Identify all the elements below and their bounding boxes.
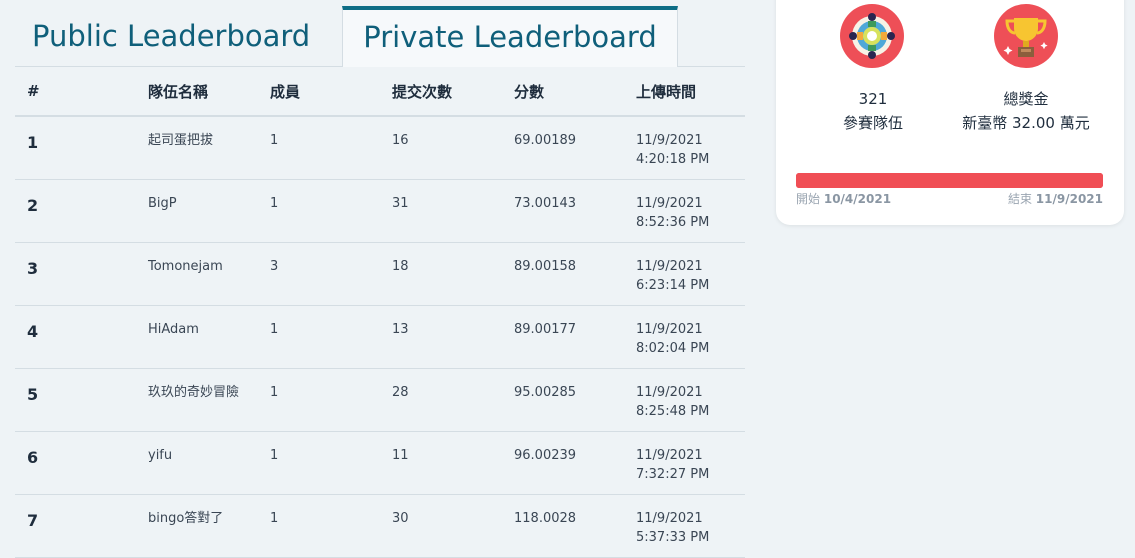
- prize-value: 新臺幣 32.00 萬元: [962, 114, 1090, 132]
- members-cell: 1: [270, 179, 392, 243]
- progress-fill: [796, 173, 1103, 188]
- submissions-cell: 13: [392, 305, 514, 369]
- table-row: 4 HiAdam 1 13 89.00177 11/9/2021 8:02:04 PM: [15, 305, 745, 369]
- upload-time-cell: 11/9/2021 4:20:18 PM: [636, 116, 745, 180]
- prize-label: 總獎金: [1003, 90, 1049, 108]
- rank-cell: 3: [15, 242, 148, 306]
- score-cell: 89.00177: [514, 305, 636, 369]
- score-cell: 96.00239: [514, 431, 636, 495]
- team-name-cell: BigP: [148, 179, 270, 243]
- header-score: 分數: [514, 67, 636, 117]
- end-date: 結束 11/9/2021: [1007, 192, 1103, 206]
- rank-cell: 4: [15, 305, 148, 369]
- table-row: 5 玖玖的奇妙冒險 1 28 95.00285 11/9/2021 8:25:48 PM: [15, 368, 745, 432]
- competition-summary-card: 321 參賽隊伍 總獎金 新臺幣 32.00 萬元 開始 10/4/2021 結…: [776, 0, 1124, 225]
- teams-label: 參賽隊伍: [842, 114, 903, 132]
- score-cell: 89.00158: [514, 242, 636, 306]
- score-cell: 95.00285: [514, 368, 636, 432]
- table-row: 2 BigP 1 31 73.00143 11/9/2021 8:52:36 PM: [15, 179, 745, 243]
- teams-count: 321: [858, 90, 888, 108]
- submissions-cell: 11: [392, 431, 514, 495]
- members-cell: 1: [270, 431, 392, 495]
- members-cell: 1: [270, 116, 392, 180]
- header-team: 隊伍名稱: [148, 67, 270, 117]
- upload-time-cell: 11/9/2021 6:23:14 PM: [636, 242, 745, 306]
- header-rank: #: [15, 67, 148, 117]
- table-row: 6 yifu 1 11 96.00239 11/9/2021 7:32:27 PM: [15, 431, 745, 495]
- team-name-cell: 玖玖的奇妙冒險: [148, 368, 270, 432]
- team-name-cell: bingo答對了: [148, 494, 270, 558]
- upload-time-cell: 11/9/2021 5:37:33 PM: [636, 494, 745, 558]
- header-submissions: 提交次數: [392, 67, 514, 117]
- upload-time-cell: 11/9/2021 8:02:04 PM: [636, 305, 745, 369]
- submissions-cell: 16: [392, 116, 514, 180]
- team-name-cell: Tomonejam: [148, 242, 270, 306]
- members-cell: 1: [270, 494, 392, 558]
- score-cell: 73.00143: [514, 179, 636, 243]
- header-upload-time: 上傳時間: [636, 67, 745, 117]
- rank-cell: 5: [15, 368, 148, 432]
- leaderboard-table: # 隊伍名稱 成員 提交次數 分數 上傳時間 1 起司蛋把拔 1 16 69.00189…: [15, 67, 745, 558]
- team-name-cell: yifu: [148, 431, 270, 495]
- table-row: 1 起司蛋把拔 1 16 69.00189 11/9/2021 4:20:18 PM: [15, 116, 745, 180]
- members-cell: 1: [270, 368, 392, 432]
- submissions-cell: 30: [392, 494, 514, 558]
- leaderboard-tabs: Public Leaderboard Private Leaderboard: [15, 0, 745, 67]
- upload-time-cell: 11/9/2021 8:52:36 PM: [636, 179, 745, 243]
- table-row: 3 Tomonejam 3 18 89.00158 11/9/2021 6:23:14 PM: [15, 242, 745, 306]
- submissions-cell: 18: [392, 242, 514, 306]
- table-header-row: # 隊伍名稱 成員 提交次數 分數 上傳時間: [15, 67, 745, 117]
- upload-time-cell: 11/9/2021 8:25:48 PM: [636, 368, 745, 432]
- prize-stat: 總獎金 新臺幣 32.00 萬元: [961, 87, 1091, 135]
- rank-cell: 2: [15, 179, 148, 243]
- upload-time-cell: 11/9/2021 7:32:27 PM: [636, 431, 745, 495]
- header-members: 成員: [270, 67, 392, 117]
- rank-cell: 6: [15, 431, 148, 495]
- competition-progress-bar: [796, 173, 1103, 188]
- members-cell: 3: [270, 242, 392, 306]
- table-row: 7 bingo答對了 1 30 118.0028 11/9/2021 5:37:33 PM: [15, 494, 745, 558]
- trophy-icon: [994, 4, 1058, 68]
- teams-icon: [840, 4, 904, 68]
- start-date: 開始 10/4/2021: [796, 192, 892, 206]
- tab-public-leaderboard[interactable]: Public Leaderboard: [32, 8, 310, 66]
- rank-cell: 7: [15, 494, 148, 558]
- submissions-cell: 28: [392, 368, 514, 432]
- team-name-cell: HiAdam: [148, 305, 270, 369]
- score-cell: 118.0028: [514, 494, 636, 558]
- teams-stat: 321 參賽隊伍: [816, 87, 930, 135]
- submissions-cell: 31: [392, 179, 514, 243]
- tab-private-leaderboard[interactable]: Private Leaderboard: [342, 6, 678, 67]
- team-name-cell: 起司蛋把拔: [148, 116, 270, 180]
- rank-cell: 1: [15, 116, 148, 180]
- members-cell: 1: [270, 305, 392, 369]
- score-cell: 69.00189: [514, 116, 636, 180]
